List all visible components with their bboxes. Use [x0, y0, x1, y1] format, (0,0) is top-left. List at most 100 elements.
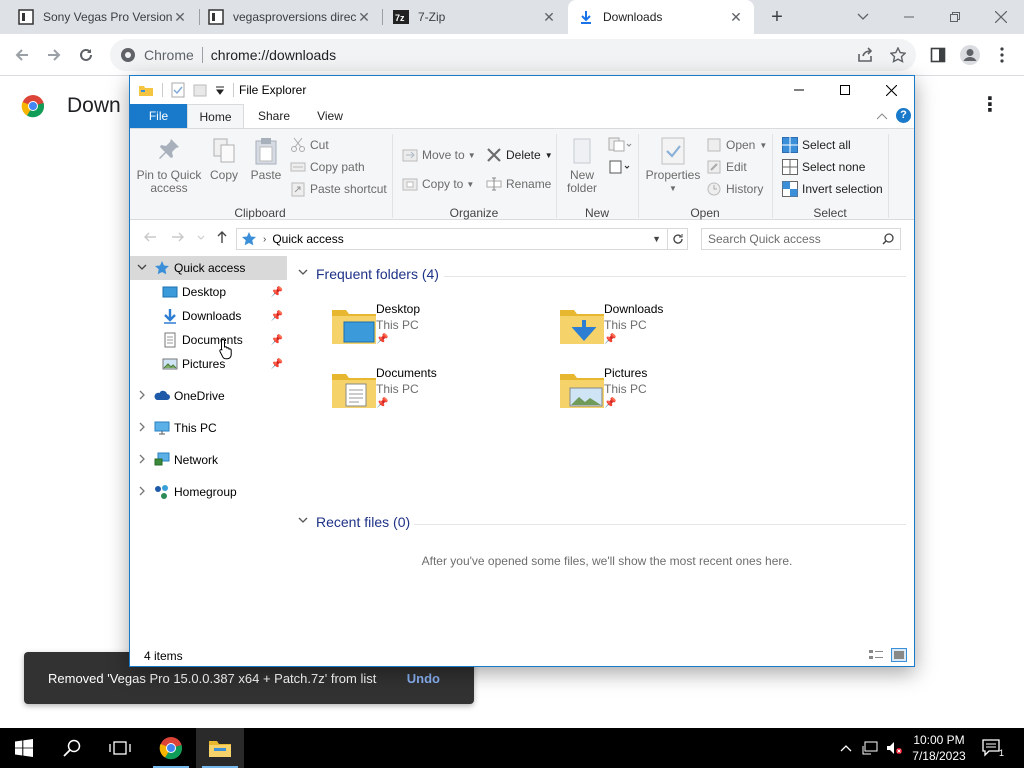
copy-path-button[interactable]: Copy path	[290, 159, 365, 175]
help-icon[interactable]: ?	[896, 108, 911, 123]
recent-files-header[interactable]: Recent files (0)	[298, 514, 410, 530]
action-center-button[interactable]: 1	[982, 738, 1004, 758]
collapse-ribbon-icon[interactable]	[876, 110, 888, 122]
customize-toolbar-icon[interactable]	[215, 85, 225, 95]
forward-button[interactable]	[170, 230, 186, 246]
nav-item-documents[interactable]: Documents 📌	[130, 328, 287, 352]
explorer-title-bar[interactable]: File Explorer	[130, 76, 914, 104]
paste-shortcut-button[interactable]: Paste shortcut	[290, 181, 387, 197]
close-tab-icon[interactable]: ✕	[172, 9, 188, 25]
tab-file[interactable]: File	[130, 104, 187, 128]
delete-button[interactable]: Delete ▼	[486, 147, 553, 163]
tab-search-button[interactable]	[840, 0, 886, 34]
frequent-folders-header[interactable]: Frequent folders (4)	[298, 266, 439, 282]
reload-button[interactable]	[74, 43, 98, 67]
nav-item-network[interactable]: Network	[130, 448, 287, 472]
undo-button[interactable]: Undo	[407, 671, 440, 686]
new-item-button[interactable]	[608, 137, 636, 153]
restore-button[interactable]	[932, 0, 978, 34]
properties-button[interactable]: Properties ▼	[644, 137, 702, 195]
show-hidden-icons-button[interactable]	[838, 740, 854, 756]
easy-access-icon	[609, 160, 630, 174]
explorer-maximize-button[interactable]	[822, 76, 868, 104]
tab-share[interactable]: Share	[244, 104, 304, 128]
history-button[interactable]: History	[706, 181, 763, 197]
nav-item-this-pc[interactable]: This PC	[130, 416, 287, 440]
up-button[interactable]	[214, 230, 230, 246]
profile-button[interactable]	[958, 43, 982, 67]
tab-downloads[interactable]: Downloads ✕	[568, 0, 754, 34]
chrome-menu-button[interactable]	[990, 43, 1014, 67]
edit-button[interactable]: Edit	[706, 159, 747, 175]
close-tab-icon[interactable]: ✕	[541, 9, 557, 25]
bookmark-button[interactable]	[886, 43, 910, 67]
tab-7zip[interactable]: 7z 7-Zip ✕	[383, 0, 567, 34]
tab-view[interactable]: View	[304, 104, 356, 128]
back-button[interactable]	[142, 230, 158, 246]
nav-item-homegroup[interactable]: Homegroup	[130, 480, 287, 504]
collapsed-chevron-icon[interactable]	[130, 486, 154, 499]
large-icons-view-icon[interactable]	[891, 648, 907, 662]
search-box[interactable]: Search Quick access	[701, 228, 901, 250]
folder-tile-pictures[interactable]: Pictures This PC 📌	[558, 366, 758, 426]
explorer-close-button[interactable]	[868, 76, 914, 104]
easy-access-button[interactable]	[608, 159, 636, 175]
collapsed-chevron-icon[interactable]	[130, 390, 154, 403]
collapsed-chevron-icon[interactable]	[130, 422, 154, 435]
collapsed-chevron-icon[interactable]	[130, 454, 154, 467]
forward-button[interactable]	[42, 43, 66, 67]
new-tab-button[interactable]: +	[766, 6, 788, 28]
taskbar-clock[interactable]: 10:00 PM 7/18/2023	[906, 732, 972, 764]
copy-button[interactable]: Copy	[204, 137, 244, 182]
explorer-minimize-button[interactable]	[776, 76, 822, 104]
tab-sony-vegas[interactable]: Sony Vegas Pro Version ✕	[8, 0, 198, 34]
new-folder-button[interactable]: New folder	[560, 137, 604, 195]
taskbar-chrome[interactable]	[147, 728, 195, 768]
avatar-icon	[960, 45, 980, 65]
address-bar[interactable]: › Quick access ▼	[236, 228, 668, 250]
nav-item-downloads[interactable]: Downloads 📌	[130, 304, 287, 328]
refresh-button[interactable]	[668, 228, 688, 250]
tab-vegasproversions[interactable]: vegasproversions direc ✕	[198, 0, 382, 34]
nav-item-onedrive[interactable]: OneDrive	[130, 384, 287, 408]
details-view-icon[interactable]	[868, 648, 884, 662]
task-view-button[interactable]	[96, 728, 144, 768]
new-folder-icon[interactable]	[193, 82, 207, 98]
nav-item-desktop[interactable]: Desktop 📌	[130, 280, 287, 304]
network-tray-button[interactable]	[862, 740, 878, 756]
properties-icon[interactable]	[171, 82, 185, 98]
address-dropdown-icon[interactable]: ▼	[652, 234, 661, 244]
share-button[interactable]	[854, 43, 878, 67]
expanded-chevron-icon[interactable]	[130, 262, 154, 275]
folder-tile-downloads[interactable]: Downloads This PC 📌	[558, 302, 758, 362]
close-window-button[interactable]	[978, 0, 1024, 34]
recent-locations-button[interactable]	[196, 230, 206, 246]
nav-item-pictures[interactable]: Pictures 📌	[130, 352, 287, 376]
pin-to-quick-access-button[interactable]: Pin to Quick access	[136, 137, 202, 195]
breadcrumb-quick-access[interactable]: Quick access	[272, 232, 343, 246]
cut-button[interactable]: Cut	[290, 137, 329, 153]
search-button[interactable]	[48, 728, 96, 768]
open-button[interactable]: Open ▼	[706, 137, 767, 153]
taskbar-file-explorer[interactable]	[196, 728, 244, 768]
address-bar[interactable]: Chrome chrome://downloads	[110, 39, 916, 71]
copy-to-button[interactable]: Copy to ▼	[402, 176, 474, 192]
nav-item-quick-access[interactable]: Quick access	[130, 256, 287, 280]
select-all-button[interactable]: Select all	[782, 137, 851, 153]
tab-home[interactable]: Home	[187, 104, 244, 128]
back-button[interactable]	[10, 43, 34, 67]
folder-tile-desktop[interactable]: Desktop This PC 📌	[330, 302, 530, 362]
close-tab-icon[interactable]: ✕	[356, 9, 372, 25]
paste-button[interactable]: Paste	[246, 137, 286, 182]
side-panel-button[interactable]	[926, 43, 950, 67]
rename-button[interactable]: Rename	[486, 176, 551, 192]
volume-tray-button[interactable]	[886, 740, 902, 756]
start-button[interactable]	[0, 728, 48, 768]
close-tab-icon[interactable]: ✕	[728, 9, 744, 25]
move-to-button[interactable]: Move to ▼	[402, 147, 476, 163]
downloads-menu-button[interactable]: ⋮	[980, 94, 1000, 118]
select-none-button[interactable]: Select none	[782, 159, 865, 175]
invert-selection-button[interactable]: Invert selection	[782, 181, 883, 197]
folder-tile-documents[interactable]: Documents This PC 📌	[330, 366, 530, 426]
minimize-button[interactable]	[886, 0, 932, 34]
